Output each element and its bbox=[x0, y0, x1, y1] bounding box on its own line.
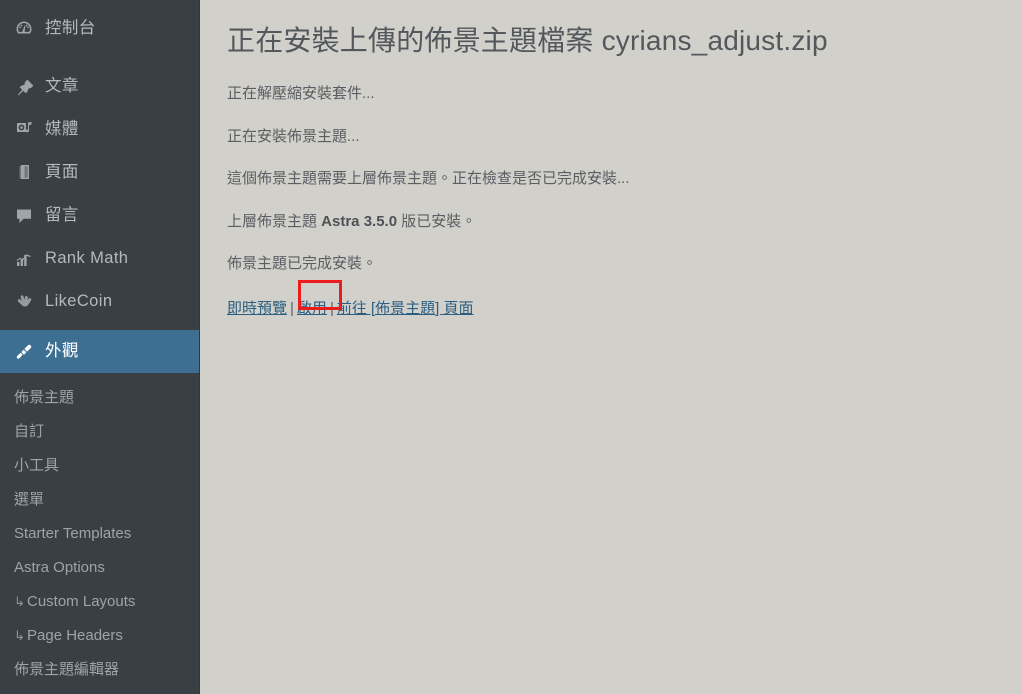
status-line-installing: 正在安裝佈景主題... bbox=[227, 127, 360, 145]
submenu-item-label: 選單 bbox=[14, 491, 45, 508]
live-preview-link[interactable]: 即時預覽 bbox=[227, 300, 287, 317]
sidebar-item-label: 留言 bbox=[45, 206, 79, 225]
sidebar-item-posts[interactable]: 文章 bbox=[0, 65, 200, 108]
brush-icon bbox=[11, 342, 37, 362]
submenu-item-menus[interactable]: 選單 bbox=[0, 483, 200, 517]
submenu-item-label: Custom Layouts bbox=[27, 593, 136, 610]
submenu-item-widgets[interactable]: 小工具 bbox=[0, 449, 200, 483]
sidebar-item-label: 控制台 bbox=[45, 19, 96, 38]
chart-icon bbox=[11, 249, 37, 269]
wp-admin-screen: 控制台 文章 媒體 頁面 留言 Rank Math LikeCoin 外觀 佈景… bbox=[0, 0, 1022, 694]
go-to-themes-link[interactable]: 前往 [佈景主題] 頁面 bbox=[337, 300, 474, 317]
sidebar-item-label: 頁面 bbox=[45, 163, 79, 182]
sidebar-item-label: 媒體 bbox=[45, 120, 79, 139]
sidebar-item-pages[interactable]: 頁面 bbox=[0, 151, 200, 194]
submenu-item-label: 佈景主題 bbox=[14, 389, 75, 406]
submenu-item-label: Astra Options bbox=[14, 559, 105, 576]
status-line-parent-check: 這個佈景主題需要上層佈景主題。正在檢查是否已完成安裝... bbox=[227, 170, 630, 188]
comment-icon bbox=[11, 206, 37, 226]
sub-arrow-icon: ↳ bbox=[14, 594, 25, 609]
submenu-item-label: Starter Templates bbox=[14, 525, 132, 542]
sidebar-item-dashboard[interactable]: 控制台 bbox=[0, 7, 200, 50]
sidebar-item-label: 外觀 bbox=[45, 342, 79, 361]
status-line-parent-installed: 上層佈景主題 Astra 3.5.0 版已安裝。 bbox=[227, 211, 1002, 234]
sidebar-item-label: Rank Math bbox=[45, 249, 129, 268]
activate-link[interactable]: 啟用 bbox=[297, 300, 327, 317]
status-line-done: 佈景主題已完成安裝。 bbox=[227, 255, 378, 273]
submenu-item-label: Page Headers bbox=[27, 627, 123, 644]
appearance-submenu: 佈景主題 自訂 小工具 選單 Starter Templates Astra O… bbox=[0, 373, 200, 687]
submenu-item-label: 佈景主題編輯器 bbox=[14, 661, 120, 678]
dashboard-icon bbox=[11, 19, 37, 39]
submenu-item-custom-layouts[interactable]: ↳ Custom Layouts bbox=[0, 585, 200, 619]
submenu-item-customize[interactable]: 自訂 bbox=[0, 415, 200, 449]
sidebar-item-media[interactable]: 媒體 bbox=[0, 108, 200, 151]
sidebar-item-comments[interactable]: 留言 bbox=[0, 194, 200, 237]
parent-prefix: 上層佈景主題 bbox=[227, 212, 322, 230]
action-links: 即時預覽 | 啟用 | 前往 [佈景主題] 頁面 bbox=[227, 298, 474, 320]
page-title: 正在安裝上傳的佈景主題檔案 cyrians_adjust.zip bbox=[227, 25, 828, 56]
admin-sidebar: 控制台 文章 媒體 頁面 留言 Rank Math LikeCoin 外觀 佈景… bbox=[0, 0, 200, 694]
pin-icon bbox=[11, 77, 37, 97]
submenu-item-label: 小工具 bbox=[14, 457, 60, 474]
submenu-item-theme-editor[interactable]: 佈景主題編輯器 bbox=[0, 653, 200, 687]
sidebar-item-label: 文章 bbox=[45, 77, 79, 96]
main-content: 正在安裝上傳的佈景主題檔案 cyrians_adjust.zip 正在解壓縮安裝… bbox=[200, 0, 1022, 694]
media-icon bbox=[11, 120, 37, 140]
link-separator: | bbox=[290, 299, 294, 317]
sub-arrow-icon: ↳ bbox=[14, 628, 25, 643]
sidebar-item-likecoin[interactable]: LikeCoin bbox=[0, 280, 200, 323]
sidebar-item-label: LikeCoin bbox=[45, 292, 113, 311]
hand-icon bbox=[11, 292, 37, 312]
sidebar-edge-divider bbox=[199, 0, 200, 694]
submenu-item-themes[interactable]: 佈景主題 bbox=[0, 381, 200, 415]
status-line-unpacking: 正在解壓縮安裝套件... bbox=[227, 85, 375, 103]
parent-theme-version: Astra 3.5.0 bbox=[321, 212, 398, 230]
submenu-item-starter-templates[interactable]: Starter Templates bbox=[0, 517, 200, 551]
link-separator: | bbox=[329, 299, 334, 317]
page-icon bbox=[11, 163, 37, 183]
submenu-item-page-headers[interactable]: ↳ Page Headers bbox=[0, 619, 200, 653]
submenu-item-label: 自訂 bbox=[14, 423, 45, 440]
sidebar-item-rank-math[interactable]: Rank Math bbox=[0, 237, 200, 280]
parent-suffix: 版已安裝。 bbox=[397, 212, 477, 230]
sidebar-item-appearance[interactable]: 外觀 bbox=[0, 330, 200, 373]
submenu-item-astra-options[interactable]: Astra Options bbox=[0, 551, 200, 585]
